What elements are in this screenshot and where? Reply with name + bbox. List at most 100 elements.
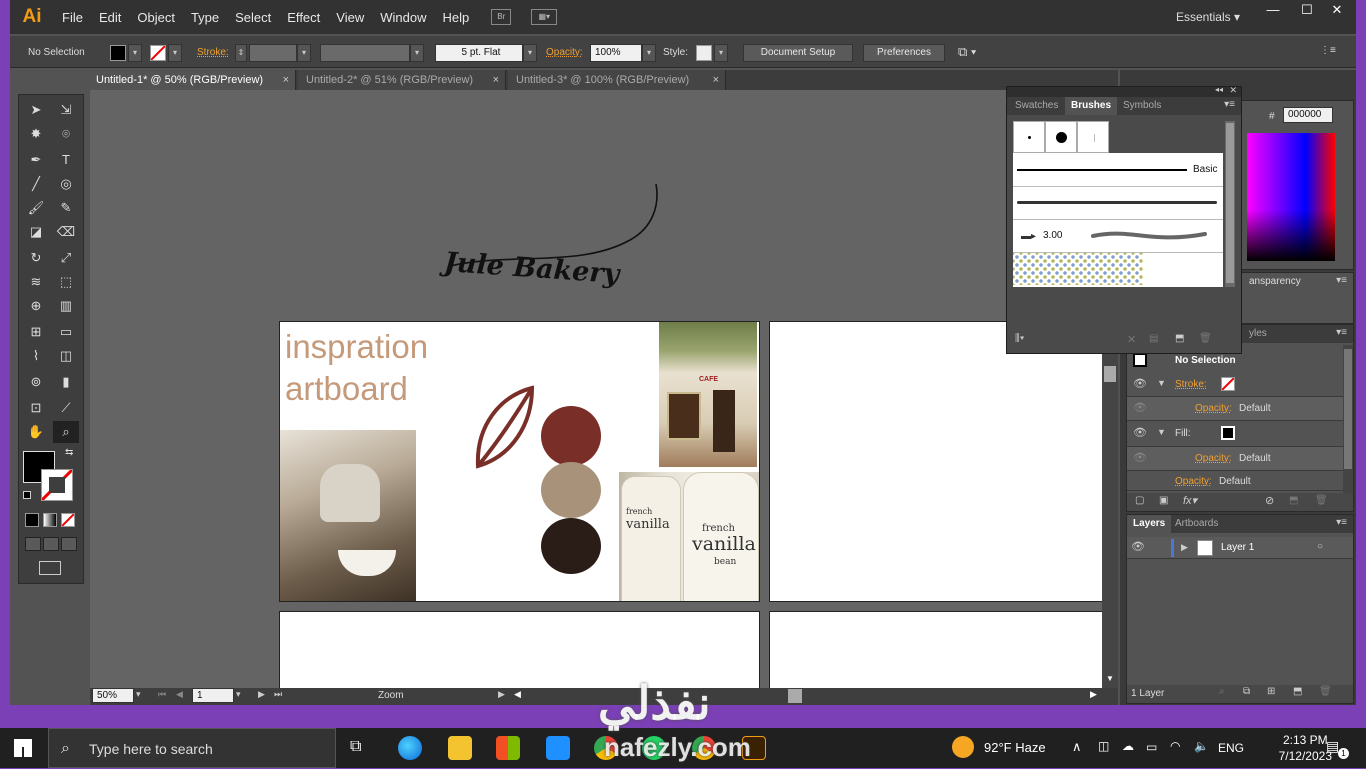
tab-close-icon[interactable]: × xyxy=(283,70,289,90)
zoom-tool-icon[interactable]: ⌕ xyxy=(53,421,79,443)
symbol-sprayer-tool-icon[interactable]: ⊚ xyxy=(23,371,49,393)
brush-list-scrollbar[interactable] xyxy=(1225,121,1235,287)
layer-target-icon[interactable]: ○ xyxy=(1317,541,1323,552)
stroke-attr-label[interactable]: Stroke: xyxy=(1175,379,1207,390)
wifi-icon[interactable]: ◠ xyxy=(1170,739,1180,753)
brush-libraries-icon[interactable]: ⫼▾ xyxy=(1015,333,1024,344)
brush-dot-small[interactable] xyxy=(1013,121,1045,153)
zoom-dropdown-icon[interactable]: ▾ xyxy=(136,689,141,700)
task-view-icon[interactable]: ⧉ xyxy=(350,738,361,756)
remove-stroke-icon[interactable]: ✕ xyxy=(1127,333,1136,346)
delete-item-icon[interactable]: 🗑 xyxy=(1315,495,1328,506)
appearance-fill-row[interactable]: 👁 ▼ Fill: xyxy=(1127,421,1353,447)
draw-behind-icon[interactable] xyxy=(43,537,59,551)
mesh-tool-icon[interactable]: ⊞ xyxy=(23,321,49,343)
canvas-area[interactable]: Jule Bakery inspration artboard CAFE fre… xyxy=(90,90,1102,688)
stroke-color-box[interactable] xyxy=(41,469,73,501)
locate-object-icon[interactable]: ⌕ xyxy=(1219,686,1225,697)
opacity-attr-label[interactable]: Opacity: xyxy=(1175,476,1212,487)
headline-inspration[interactable]: inspration xyxy=(285,328,428,366)
windows-start-icon[interactable] xyxy=(14,739,32,757)
maximize-icon[interactable]: ☐ xyxy=(1290,2,1324,20)
kitchen-mixer-photo[interactable] xyxy=(280,430,416,601)
layers-menu-icon[interactable]: ▾≡ xyxy=(1336,517,1347,528)
brush-scroll-thumb[interactable] xyxy=(1226,123,1234,283)
artboard-tool-icon[interactable]: ⊡ xyxy=(23,397,49,419)
visibility-eye-icon[interactable]: 👁 xyxy=(1133,451,1147,464)
brushes-menu-icon[interactable]: ▾≡ xyxy=(1224,99,1235,110)
tab-close-icon[interactable]: × xyxy=(713,70,719,90)
artboard-1[interactable]: inspration artboard CAFE french vanilla … xyxy=(279,321,760,602)
tab-artboards[interactable]: Artboards xyxy=(1169,515,1224,533)
tray-onedrive-icon[interactable]: ☁ xyxy=(1122,739,1134,753)
appearance-scrollbar[interactable] xyxy=(1343,345,1353,493)
next-artboard-icon[interactable]: ▶ xyxy=(258,689,265,700)
expand-fill-icon[interactable]: ▼ xyxy=(1157,427,1166,437)
brush-definition-field[interactable]: 5 pt. Flat xyxy=(435,44,523,62)
duplicate-item-icon[interactable]: ⬒ xyxy=(1289,495,1298,506)
color-spectrum[interactable] xyxy=(1247,133,1335,261)
gradient-tool-icon[interactable]: ▭ xyxy=(53,321,79,343)
collapse-icon[interactable]: ◂◂ xyxy=(1215,85,1223,94)
minimize-icon[interactable]: — xyxy=(1256,2,1290,20)
type-tool-icon[interactable]: T xyxy=(53,149,79,171)
rotate-tool-icon[interactable]: ↻ xyxy=(23,247,49,269)
taskbar-clock[interactable]: 2:13 PM 7/12/2023 xyxy=(1279,732,1332,764)
menu-type[interactable]: Type xyxy=(183,10,227,25)
opacity-dropdown[interactable]: ▾ xyxy=(642,44,656,62)
menu-object[interactable]: Object xyxy=(129,10,183,25)
brushes-panel-titlebar[interactable]: ◂◂ ✕ xyxy=(1007,85,1241,97)
brush-charcoal[interactable] xyxy=(1013,187,1223,220)
fill-opacity-label[interactable]: Opacity: xyxy=(1195,453,1232,464)
variable-width-profile[interactable] xyxy=(320,44,410,62)
swatch-circle-red[interactable] xyxy=(541,406,601,466)
weather-text[interactable]: 92°F Haze xyxy=(984,740,1046,755)
tab-untitled-2[interactable]: Untitled-2* @ 51% (RGB/Preview) × xyxy=(298,70,506,90)
menu-view[interactable]: View xyxy=(328,10,372,25)
menu-window[interactable]: Window xyxy=(372,10,434,25)
swap-defaults-icon[interactable] xyxy=(23,491,31,499)
status-menu-icon[interactable]: ▶ xyxy=(498,689,505,700)
selection-tool-icon[interactable]: ➤ xyxy=(23,99,49,121)
layer-row[interactable]: 👁 ▶ Layer 1 ○ xyxy=(1127,537,1353,559)
pencil-tool-icon[interactable]: ✎ xyxy=(53,197,79,219)
stroke-weight-stepper[interactable]: ⇕ xyxy=(235,44,247,62)
tab-graphic-styles[interactable]: yles xyxy=(1243,325,1273,343)
panel-close-icon[interactable]: ✕ xyxy=(1229,85,1237,96)
workspace-switcher[interactable]: Essentials ▾ xyxy=(1176,10,1240,24)
tray-meet-icon[interactable]: ◫ xyxy=(1098,739,1109,753)
brush-pattern[interactable] xyxy=(1013,253,1223,287)
tab-untitled-3[interactable]: Untitled-3* @ 100% (RGB/Preview) × xyxy=(508,70,726,90)
first-artboard-icon[interactable]: ⏮ xyxy=(158,689,166,700)
brush-dropdown[interactable]: ▾ xyxy=(523,44,537,62)
draw-inside-icon[interactable] xyxy=(61,537,77,551)
appearance-stroke-row[interactable]: 👁 ▼ Stroke: xyxy=(1127,373,1353,397)
expand-stroke-icon[interactable]: ▼ xyxy=(1157,378,1166,388)
brush-dot-large[interactable] xyxy=(1045,121,1077,153)
ellipse-tool-icon[interactable]: ◎ xyxy=(53,173,79,195)
arrange-documents-icon[interactable]: ▦▾ xyxy=(531,9,558,25)
direct-selection-tool-icon[interactable]: ⇲ xyxy=(53,99,79,121)
artboard-4[interactable] xyxy=(769,611,1102,688)
add-effect-icon[interactable]: fx▾ xyxy=(1183,494,1197,507)
menu-select[interactable]: Select xyxy=(227,10,279,25)
expand-layer-icon[interactable]: ▶ xyxy=(1181,542,1188,553)
swatch-circle-tan[interactable] xyxy=(541,462,601,518)
tab-brushes[interactable]: Brushes xyxy=(1065,97,1118,115)
visibility-eye-icon[interactable]: 👁 xyxy=(1133,377,1147,390)
scroll-right-icon[interactable]: ▶ xyxy=(1090,689,1097,700)
magic-wand-tool-icon[interactable]: ✸ xyxy=(23,123,49,145)
bridge-button[interactable]: Br xyxy=(491,9,512,25)
last-artboard-icon[interactable]: ⏭ xyxy=(274,689,282,700)
taskbar-search-box[interactable]: ⌕ Type here to search xyxy=(48,728,336,768)
artboard-dropdown-icon[interactable]: ▾ xyxy=(236,689,241,700)
vanilla-jars-photo[interactable]: french vanilla french vanilla bean xyxy=(619,472,759,601)
fill-attr-swatch[interactable] xyxy=(1221,426,1235,440)
lasso-tool-icon[interactable]: ⌾ xyxy=(53,123,79,145)
hand-tool-icon[interactable]: ✋ xyxy=(23,421,49,443)
menu-effect[interactable]: Effect xyxy=(279,10,328,25)
opacity-label[interactable]: Opacity: xyxy=(546,47,583,58)
style-swatch[interactable] xyxy=(696,45,712,61)
shape-builder-tool-icon[interactable]: ⊕ xyxy=(23,295,49,317)
line-tool-icon[interactable]: ╱ xyxy=(23,173,49,195)
